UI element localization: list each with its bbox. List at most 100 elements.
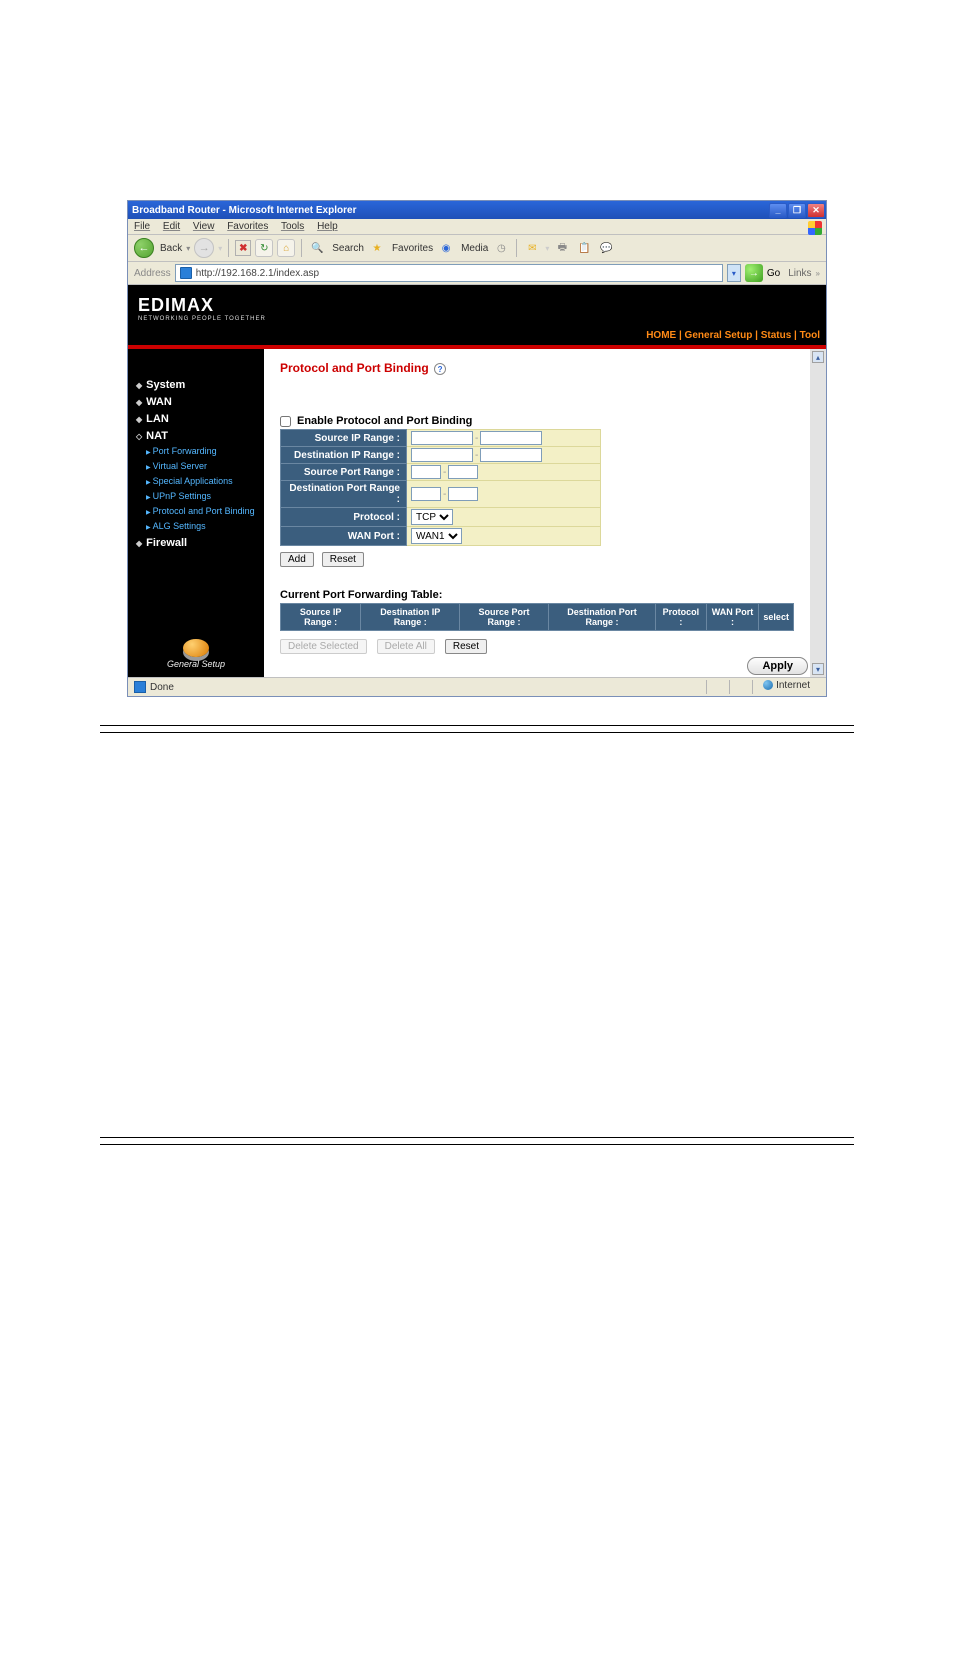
- titlebar: Broadband Router - Microsoft Internet Ex…: [128, 201, 826, 219]
- router-header: EDIMAX NETWORKING PEOPLE TOGETHER HOME |…: [128, 285, 826, 349]
- col-select: select: [759, 604, 794, 631]
- status-done: Done: [150, 682, 174, 693]
- addressbar: Address http://192.168.2.1/index.asp ▾ →…: [128, 262, 826, 285]
- main-area: System WAN LAN NAT Port Forwarding Virtu…: [128, 349, 826, 677]
- close-button[interactable]: ✕: [807, 203, 825, 218]
- dst-port-to[interactable]: [448, 487, 478, 501]
- col-dst-ip: Destination IP Range :: [361, 604, 460, 631]
- sidebar-item-wan[interactable]: WAN: [136, 394, 264, 411]
- dst-ip-from[interactable]: [411, 448, 473, 462]
- menu-favorites[interactable]: Favorites: [227, 221, 268, 232]
- browser-window: Broadband Router - Microsoft Internet Ex…: [127, 200, 827, 697]
- general-setup-icon: [183, 639, 209, 657]
- sidebar-sub-virtual-server[interactable]: Virtual Server: [146, 460, 264, 475]
- reset-button[interactable]: Reset: [322, 552, 364, 567]
- wan-port-label: WAN Port :: [281, 527, 407, 546]
- apply-button[interactable]: Apply: [747, 657, 808, 675]
- go-label: Go: [767, 268, 780, 279]
- favorites-label[interactable]: Favorites: [392, 243, 433, 254]
- sidebar-item-nat[interactable]: NAT: [136, 428, 264, 445]
- links-label[interactable]: Links: [788, 268, 811, 279]
- help-icon[interactable]: ?: [434, 363, 446, 375]
- dst-port-from[interactable]: [411, 487, 441, 501]
- discuss-icon[interactable]: 💬: [597, 239, 615, 257]
- search-icon[interactable]: 🔍: [308, 239, 326, 257]
- scroll-down-icon[interactable]: ▾: [812, 663, 824, 675]
- menu-file[interactable]: File: [134, 221, 150, 232]
- col-protocol: Protocol :: [656, 604, 706, 631]
- sidebar-general-setup[interactable]: General Setup: [128, 639, 264, 669]
- menubar: File Edit View Favorites Tools Help: [128, 219, 826, 235]
- menu-tools[interactable]: Tools: [281, 221, 304, 232]
- history-icon[interactable]: ◷: [492, 239, 510, 257]
- mail-icon[interactable]: ✉: [523, 239, 541, 257]
- url-dropdown[interactable]: ▾: [727, 264, 741, 282]
- fwd-table: Source IP Range : Destination IP Range :…: [280, 603, 794, 631]
- src-port-label: Source Port Range :: [281, 464, 407, 481]
- dst-ip-label: Destination IP Range :: [281, 447, 407, 464]
- sidebar-item-system[interactable]: System: [136, 377, 264, 394]
- src-ip-label: Source IP Range :: [281, 430, 407, 447]
- refresh-icon[interactable]: ↻: [255, 239, 273, 257]
- back-label: Back: [160, 243, 182, 254]
- src-port-to[interactable]: [448, 465, 478, 479]
- reset-table-button[interactable]: Reset: [445, 639, 487, 654]
- add-button[interactable]: Add: [280, 552, 314, 567]
- sidebar-sub-protocol-port-binding[interactable]: Protocol and Port Binding: [146, 505, 264, 520]
- separator-block-2: [100, 1137, 854, 1145]
- statusbar: Done Internet: [128, 677, 826, 696]
- general-setup-label: General Setup: [167, 659, 225, 669]
- scroll-up-icon[interactable]: ▴: [812, 351, 824, 363]
- content-area: ▴ ▾ Protocol and Port Binding ? Enable P…: [264, 349, 826, 677]
- go-button[interactable]: →: [745, 264, 763, 282]
- brand-subtitle: NETWORKING PEOPLE TOGETHER: [138, 316, 816, 322]
- edit-icon[interactable]: 📋: [575, 239, 593, 257]
- src-ip-from[interactable]: [411, 431, 473, 445]
- sidebar-item-firewall[interactable]: Firewall: [136, 535, 264, 552]
- page-icon: [180, 267, 192, 279]
- address-label: Address: [134, 268, 171, 279]
- sidebar-item-lan[interactable]: LAN: [136, 411, 264, 428]
- window-title: Broadband Router - Microsoft Internet Ex…: [132, 205, 356, 216]
- binding-form: Source IP Range : - Destination IP Range…: [280, 429, 601, 546]
- search-label[interactable]: Search: [332, 243, 364, 254]
- media-label[interactable]: Media: [461, 243, 488, 254]
- menu-edit[interactable]: Edit: [163, 221, 180, 232]
- delete-selected-button[interactable]: Delete Selected: [280, 639, 367, 654]
- status-internet: Internet: [776, 680, 810, 691]
- stop-icon[interactable]: ✖: [235, 240, 251, 256]
- home-icon[interactable]: ⌂: [277, 239, 295, 257]
- windows-flag-icon: [808, 221, 822, 235]
- dst-ip-to[interactable]: [480, 448, 542, 462]
- menu-help[interactable]: Help: [317, 221, 338, 232]
- sidebar-sub-upnp-settings[interactable]: UPnP Settings: [146, 490, 264, 505]
- enable-checkbox[interactable]: [280, 416, 291, 427]
- col-dst-port: Destination Port Range :: [548, 604, 655, 631]
- done-icon: [134, 681, 146, 693]
- dst-port-label: Destination Port Range :: [281, 481, 407, 508]
- protocol-select[interactable]: TCP: [411, 509, 453, 525]
- url-input[interactable]: http://192.168.2.1/index.asp: [175, 264, 723, 282]
- menu-view[interactable]: View: [193, 221, 215, 232]
- sidebar-sub-port-forwarding[interactable]: Port Forwarding: [146, 445, 264, 460]
- sidebar: System WAN LAN NAT Port Forwarding Virtu…: [128, 349, 264, 677]
- enable-row: Enable Protocol and Port Binding: [280, 415, 794, 427]
- separator-block-1: [100, 725, 854, 733]
- media-icon[interactable]: ◉: [437, 239, 455, 257]
- window-buttons: _ ❐ ✕: [769, 203, 826, 218]
- fwd-table-label: Current Port Forwarding Table:: [280, 589, 794, 601]
- delete-all-button[interactable]: Delete All: [377, 639, 435, 654]
- print-icon[interactable]: 🖶: [553, 239, 571, 257]
- src-ip-to[interactable]: [480, 431, 542, 445]
- forward-button[interactable]: →: [194, 238, 214, 258]
- wan-port-select[interactable]: WAN1: [411, 528, 462, 544]
- favorites-icon[interactable]: ★: [368, 239, 386, 257]
- sidebar-sub-special-applications[interactable]: Special Applications: [146, 475, 264, 490]
- maximize-button[interactable]: ❐: [788, 203, 806, 218]
- src-port-from[interactable]: [411, 465, 441, 479]
- minimize-button[interactable]: _: [769, 203, 787, 218]
- col-src-ip: Source IP Range :: [281, 604, 361, 631]
- top-nav-links[interactable]: HOME | General Setup | Status | Tool: [128, 328, 826, 345]
- back-button[interactable]: ←: [134, 238, 154, 258]
- sidebar-sub-alg-settings[interactable]: ALG Settings: [146, 520, 264, 535]
